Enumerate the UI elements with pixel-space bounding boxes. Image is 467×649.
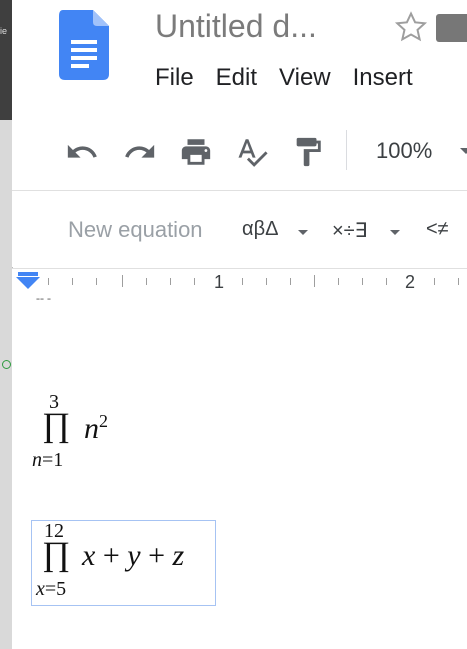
ruler-tick — [458, 278, 459, 285]
new-equation-button[interactable]: New equation — [68, 217, 203, 243]
term-z: z — [172, 539, 185, 572]
product-symbol: ∏ — [42, 536, 70, 573]
equation-body: n2 — [84, 411, 108, 446]
status-dot-icon — [2, 360, 11, 369]
ruler-tick — [122, 275, 123, 287]
paint-format-button[interactable] — [290, 134, 326, 170]
clipped-text: -- - — [36, 291, 51, 305]
lower-eq: = — [42, 449, 54, 471]
ruler-tick — [386, 278, 387, 285]
paint-format-icon — [296, 137, 321, 167]
menu-bar: File Edit View Insert — [155, 64, 413, 92]
side-label: ie — [0, 26, 8, 36]
ruler-tick — [290, 278, 291, 285]
ruler-tick — [170, 278, 171, 285]
print-icon — [181, 139, 211, 165]
equation-body: x + y + z — [82, 539, 184, 573]
ruler-tick — [194, 278, 195, 285]
ruler-label-2: 2 — [405, 272, 416, 292]
lower-var: x — [36, 578, 45, 600]
ruler-tick — [146, 278, 147, 285]
document-title[interactable]: Untitled d... — [155, 8, 317, 45]
menu-edit[interactable]: Edit — [216, 64, 257, 92]
spellcheck-icon — [238, 139, 268, 167]
equation-toolbar: New equation αβΔ ×÷∃ <≠ — [12, 191, 467, 267]
ruler-tick — [314, 275, 315, 287]
chevron-down-icon[interactable] — [390, 230, 400, 235]
body-var: n — [84, 412, 99, 445]
ruler-tick — [242, 278, 243, 285]
spellcheck-button[interactable] — [234, 134, 270, 170]
indent-marker-icon[interactable] — [16, 277, 40, 289]
relations-menu[interactable]: <≠ — [426, 218, 449, 241]
move-folder-icon[interactable] — [436, 14, 467, 42]
lower-limit: n=1 — [32, 449, 63, 472]
document-page[interactable]: -- - 3 ∏ n=1 n2 12 ∏ x=5 x + y + z — [12, 291, 467, 649]
ruler-tick — [362, 278, 363, 285]
ruler: 1 2 — [12, 268, 467, 296]
lower-var: n — [32, 449, 42, 471]
ruler-tick — [266, 278, 267, 285]
body-exponent: 2 — [99, 411, 108, 431]
chevron-down-icon[interactable] — [460, 148, 467, 154]
plus-op: + — [102, 539, 120, 572]
chevron-down-icon[interactable] — [298, 230, 308, 235]
dark-sidebar-strip — [0, 0, 12, 120]
ruler-tick — [48, 278, 49, 285]
term-x: x — [82, 539, 96, 572]
print-button[interactable] — [178, 134, 214, 170]
main-toolbar: 100% — [12, 112, 467, 191]
ruler-tick — [434, 278, 435, 285]
star-icon[interactable] — [394, 10, 428, 44]
ruler-tick — [338, 278, 339, 285]
redo-icon — [125, 144, 155, 158]
toolbar-separator — [346, 130, 347, 170]
google-docs-logo-icon[interactable] — [59, 10, 109, 80]
plus-op: + — [148, 539, 165, 572]
undo-icon — [67, 144, 97, 158]
term-y: y — [127, 539, 141, 572]
menu-view[interactable]: View — [279, 64, 331, 92]
ruler-tick — [96, 278, 97, 285]
lower-eq: = — [44, 578, 57, 600]
lower-val: 1 — [53, 449, 64, 471]
lower-limit: x=5 — [36, 578, 66, 601]
ruler-tick — [72, 278, 73, 285]
menu-file[interactable]: File — [155, 64, 194, 92]
greek-letters-menu[interactable]: αβΔ — [242, 218, 278, 241]
zoom-select[interactable]: 100% — [376, 138, 432, 164]
lower-val: 5 — [56, 578, 67, 600]
undo-button[interactable] — [64, 134, 100, 170]
product-symbol: ∏ — [42, 407, 70, 444]
operators-menu[interactable]: ×÷∃ — [332, 218, 367, 243]
redo-button[interactable] — [122, 134, 158, 170]
menu-insert[interactable]: Insert — [353, 64, 413, 92]
ruler-label-1: 1 — [214, 272, 225, 292]
docs-header: Untitled d... File Edit View Insert — [12, 0, 467, 113]
indent-marker-bar[interactable] — [18, 272, 38, 276]
